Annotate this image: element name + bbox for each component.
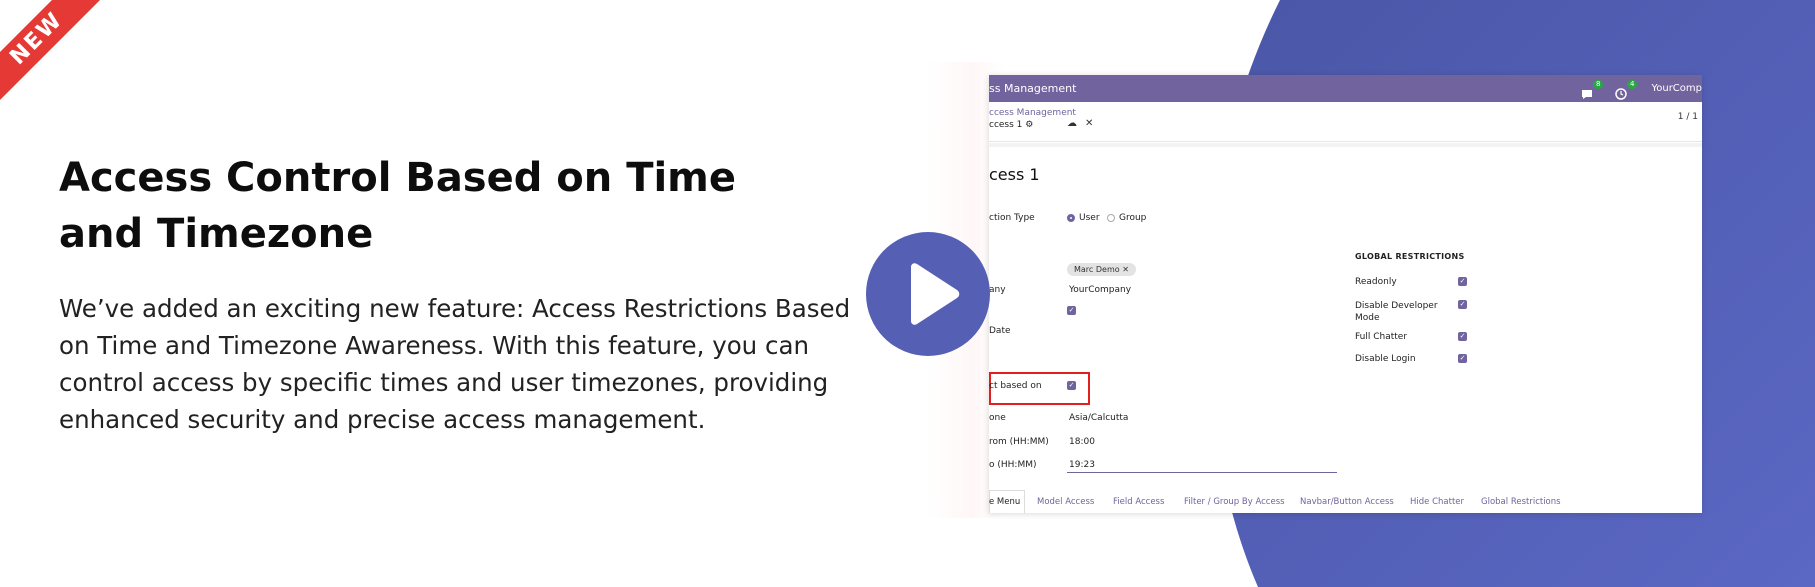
app-name[interactable]: ss Management [989,75,1076,102]
form-sheet: cess 1 ction Type User Group Marc Demo ✕… [989,143,1702,513]
tab-hide-chatter[interactable]: Hide Chatter [1410,497,1464,507]
timezone-value[interactable]: Asia/Calcutta [1069,413,1128,423]
activity-icon[interactable]: 4 [1615,79,1638,100]
breadcrumb-parent[interactable]: ccess Management [989,108,1076,118]
restriction-devmode-label: Disable Developer Mode [1355,301,1438,323]
tab-menu[interactable]: e Menu [989,497,1020,507]
pager[interactable]: 1 / 1 [1678,112,1698,122]
new-ribbon-label: NEW [0,0,103,105]
play-icon [911,263,960,325]
tab-navbar-button-access[interactable]: Navbar/Button Access [1300,497,1394,507]
notebook-tabs: e Menu Model Access Field Access Filter … [989,490,1702,513]
chat-count-badge: 8 [1592,79,1604,89]
restriction-readonly-label: Readonly [1355,277,1397,287]
restriction-login-checkbox[interactable]: ✓ [1458,354,1467,363]
time-from-label: rom (HH:MM) [989,437,1049,447]
selection-type-label: ction Type [989,213,1035,223]
restriction-readonly-checkbox[interactable]: ✓ [1458,277,1467,286]
radio-user[interactable]: User [1067,213,1100,223]
radio-user-dot[interactable] [1067,213,1075,222]
time-to-underline [1067,472,1337,473]
radio-group-dot[interactable] [1107,213,1115,222]
restriction-chatter-label: Full Chatter [1355,332,1408,342]
date-label: Date [989,326,1011,336]
remove-tag-icon[interactable]: ✕ [1122,265,1129,274]
restrict-label: ct based on [989,381,1042,391]
gear-icon[interactable]: ⚙ [1025,120,1033,130]
tab-global-restrictions[interactable]: Global Restrictions [1481,497,1561,507]
discard-icon[interactable]: ✕ [1085,118,1093,129]
user-tag[interactable]: Marc Demo ✕ [1067,263,1136,276]
time-to-label: o (HH:MM) [989,460,1037,470]
tab-filter-group-access[interactable]: Filter / Group By Access [1184,497,1285,507]
record-title[interactable]: cess 1 [989,165,1040,184]
timezone-label: one [989,413,1006,423]
feature-description: We’ve added an exciting new feature: Acc… [59,294,851,434]
restriction-devmode-checkbox[interactable]: ✓ [1458,300,1467,309]
radio-group-label: Group [1119,213,1147,223]
tab-field-access[interactable]: Field Access [1113,497,1164,507]
company-value[interactable]: YourCompany [1069,285,1131,295]
page-title: Access Control Based on Time and Timezon… [59,155,736,257]
global-restrictions-title: GLOBAL RESTRICTIONS [1355,252,1465,261]
app-screenshot: ss Management 8 4 YourComp ccess Managem… [989,75,1702,513]
activity-count-badge: 4 [1626,79,1638,89]
breadcrumb-current: ccess 1 ⚙ [989,120,1033,130]
chat-icon[interactable]: 8 [1581,79,1604,99]
active-checkbox[interactable]: ✓ [1067,306,1076,315]
breadcrumb-current-label: ccess 1 [989,120,1023,130]
play-video-button[interactable] [866,232,990,356]
radio-user-label: User [1079,213,1100,223]
control-panel: ccess Management ccess 1 ⚙ ☁ ✕ 1 / 1 [989,102,1702,142]
restrict-checkbox[interactable]: ✓ [1067,381,1076,390]
time-from-value[interactable]: 18:00 [1069,437,1095,447]
company-label: any [989,285,1006,295]
company-switcher[interactable]: YourComp [1651,75,1702,102]
restriction-login-label: Disable Login [1355,354,1416,364]
save-cloud-icon[interactable]: ☁ [1067,118,1077,129]
tab-model-access[interactable]: Model Access [1037,497,1094,507]
radio-group[interactable]: Group [1107,213,1146,223]
restriction-chatter-checkbox[interactable]: ✓ [1458,332,1467,341]
user-tag-label: Marc Demo [1074,265,1120,274]
app-topbar: ss Management 8 4 YourComp [989,75,1702,102]
time-to-value[interactable]: 19:23 [1069,460,1095,470]
new-ribbon: NEW [0,0,120,120]
